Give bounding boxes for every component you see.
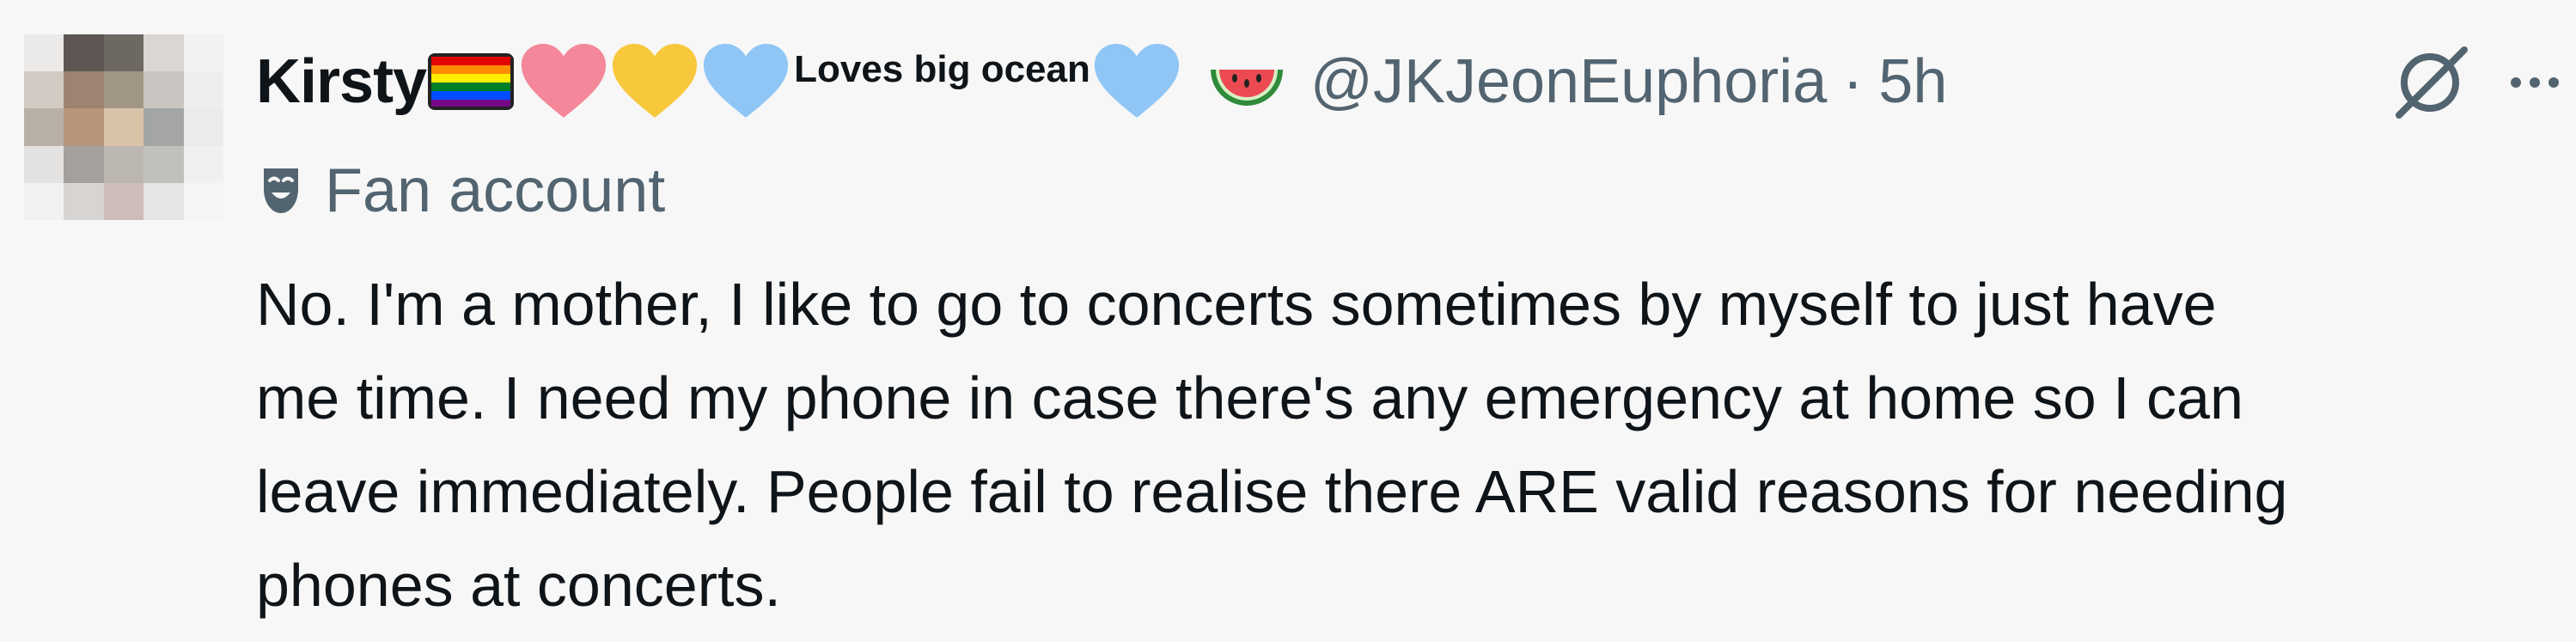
light-blue-heart-icon: [704, 44, 789, 118]
pink-heart-icon: [522, 44, 607, 118]
user-handle[interactable]: @JKJeonEuphoria: [1310, 46, 1827, 117]
tweet-text-line: leave immediately. People fail to realis…: [256, 458, 2288, 525]
more-dot: [2530, 77, 2540, 88]
tweet-text: No. I'm a mother, I like to go to concer…: [256, 258, 2576, 633]
name-suffix-text: Loves big ocean: [794, 48, 1090, 90]
tweet: Kirsty Loves big ocean @JKJeonEuphoria ·…: [0, 0, 2576, 642]
light-blue-heart-icon: [1094, 44, 1179, 118]
separator-dot: ·: [1842, 47, 1864, 116]
timestamp[interactable]: 5h: [1878, 46, 1947, 117]
account-label[interactable]: Fan account: [261, 151, 665, 230]
tweet-header: Kirsty Loves big ocean @JKJeonEuphoria ·…: [256, 34, 1947, 129]
rainbow-flag-icon: [428, 53, 515, 110]
tweet-text-line: phones at concerts.: [256, 552, 781, 619]
tweet-text-line: me time. I need my phone in case there's…: [256, 364, 2243, 431]
theater-masks-icon: [264, 168, 298, 213]
more-dot: [2549, 77, 2559, 88]
more-options-button[interactable]: [2511, 38, 2576, 127]
yellow-heart-icon: [613, 44, 698, 118]
more-dot: [2511, 77, 2521, 88]
tweet-text-line: No. I'm a mother, I like to go to concer…: [256, 271, 2217, 338]
avatar[interactable]: [24, 34, 223, 220]
watermelon-icon: [1210, 70, 1283, 106]
account-label-text: Fan account: [325, 156, 666, 225]
grok-button[interactable]: [2385, 38, 2475, 127]
grok-icon: [2396, 46, 2468, 119]
display-name[interactable]: Kirsty: [256, 46, 427, 117]
